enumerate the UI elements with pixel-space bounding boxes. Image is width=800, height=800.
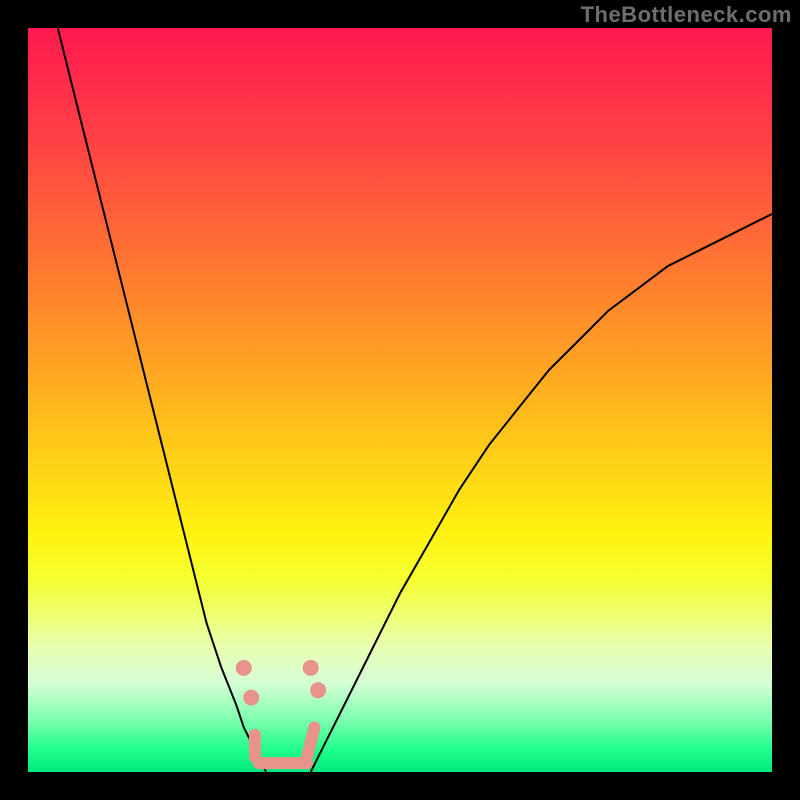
chart-frame: TheBottleneck.com [0,0,800,800]
highlight-seg-6 [307,727,314,757]
highlight-dot-1 [243,690,259,706]
curve-left-curve [58,28,266,772]
highlight-dot-3 [310,682,326,698]
highlight-dot-2 [303,660,319,676]
chart-svg [28,28,772,772]
watermark-text: TheBottleneck.com [581,2,792,28]
curve-right-curve [311,214,772,772]
plot-area [28,28,772,772]
highlight-dot-0 [236,660,252,676]
